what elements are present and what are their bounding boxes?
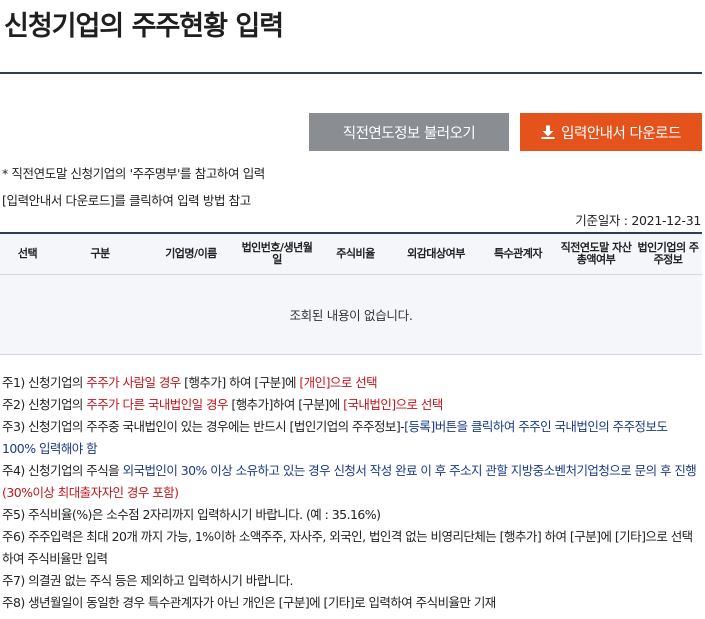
notice-item-8: 주8) 생년월일이 동일한 경우 특수관계자가 아닌 개인은 [구분]에 [기타…: [2, 595, 496, 610]
column-header-share-ratio[interactable]: 주식비율: [317, 234, 394, 274]
grid-header: 선택 구분 기업명/이름 법인번호/생년월일 주식비율 외감대상여부 특수관계자…: [0, 232, 702, 275]
column-header-audit-target[interactable]: 외감대상여부: [394, 234, 478, 274]
note-shareholder-register: * 직전연도말 신청기업의 '주주명부'를 참고하여 입력: [2, 166, 265, 181]
notice-item-7: 주7) 의결권 없는 주식 등은 제외하고 입력하시기 바랍니다.: [2, 573, 294, 588]
notice-item-6: 주6) 주주입력은 최대 20개 까지 가능, 1%이하 소액주주, 자사주, …: [2, 529, 693, 566]
column-header-type[interactable]: 구분: [55, 234, 145, 274]
load-previous-year-label: 직전연도정보 불러오기: [342, 125, 476, 142]
page-title: 신청기업의 주주현황 입력: [4, 11, 284, 42]
column-header-corp-number[interactable]: 법인번호/생년월일: [237, 234, 317, 274]
column-header-select[interactable]: 선택: [0, 234, 55, 274]
notice-item-3: 주3) 신청기업의 주주중 국내법인이 있는 경우에는 반드시 [법인기업의 주…: [2, 419, 668, 456]
column-header-corp-shareholder-info[interactable]: 법인기업의 주주정보: [634, 234, 702, 274]
base-date: 기준일자 : 2021-12-31: [575, 213, 701, 228]
shareholder-grid: 선택 구분 기업명/이름 법인번호/생년월일 주식비율 외감대상여부 특수관계자…: [0, 232, 702, 355]
column-header-name[interactable]: 기업명/이름: [145, 234, 237, 274]
notice-item-4: 주4) 신청기업의 주식을 외국법인이 30% 이상 소유하고 있는 경우 신청…: [2, 463, 697, 500]
notice-item-2: 주2) 신청기업의 주주가 다른 국내법인일 경우 [행추가]하여 [구분]에 …: [2, 397, 443, 412]
download-guide-label: 입력안내서 다운로드: [561, 125, 681, 142]
column-header-related-party[interactable]: 특수관계자: [478, 234, 558, 274]
notice-list: 주1) 신청기업의 주주가 사람일 경우 [행추가] 하여 [구분]에 [개인]…: [2, 372, 702, 614]
title-divider: [0, 72, 702, 74]
notice-item-5: 주5) 주식비율(%)은 소수점 2자리까지 입력하시기 바랍니다. (예 : …: [2, 507, 381, 522]
column-header-total-assets[interactable]: 직전연도말 자산총액여부: [558, 234, 634, 274]
download-icon: [541, 125, 555, 139]
download-guide-button[interactable]: 입력안내서 다운로드: [520, 113, 702, 151]
note-input-guide: [입력안내서 다운로드]를 클릭하여 입력 방법 참고: [2, 193, 251, 208]
notice-item-1: 주1) 신청기업의 주주가 사람일 경우 [행추가] 하여 [구분]에 [개인]…: [2, 375, 378, 390]
grid-empty-message: 조회된 내용이 없습니다.: [0, 275, 702, 355]
load-previous-year-button[interactable]: 직전연도정보 불러오기: [309, 113, 509, 151]
